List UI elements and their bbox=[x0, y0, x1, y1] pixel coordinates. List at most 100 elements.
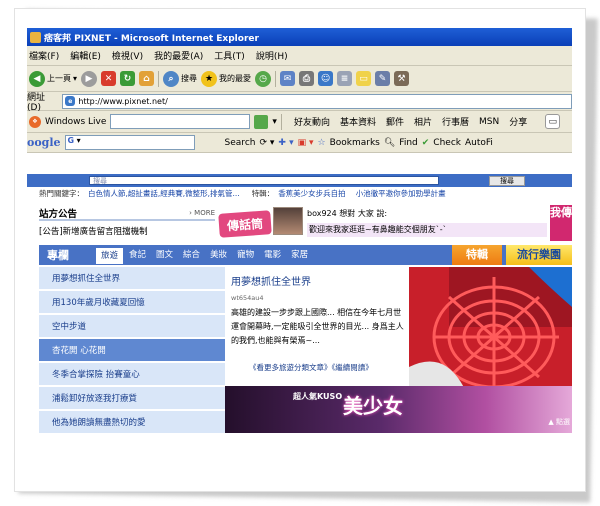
refresh-icon[interactable]: ↻ bbox=[120, 71, 136, 86]
article-list: 用夢想抓住全世界 用130年歲月收藏夏回憶 空中步道 杏花開 心花開 冬季合掌探… bbox=[39, 267, 225, 433]
address-label: 網址(D) bbox=[27, 92, 46, 113]
standard-toolbar: ◀ 上一頁 ▾ ▶ ✕ ↻ ⌂ ⌕ 搜尋 ★ 我的最愛 ◷ ✉ ⎙ ☺ ≡ ▭ … bbox=[27, 66, 572, 92]
find-button[interactable]: Find bbox=[399, 138, 417, 148]
bookmarks-star-icon[interactable]: ☆ bbox=[317, 138, 325, 148]
live-link-profile[interactable]: 基本資料 bbox=[340, 115, 376, 128]
menu-favorites[interactable]: 我的最愛(A) bbox=[154, 49, 203, 62]
google-search-input[interactable]: G ▾ bbox=[64, 135, 195, 150]
column-section-title: 專欄 bbox=[47, 249, 69, 262]
hot-keywords: 熱門關鍵字： 白色情人節,超扯畫話,經典賽,微整形,排氣管... 特輯： 香蕉美… bbox=[27, 187, 572, 199]
note-icon[interactable]: ▭ bbox=[356, 71, 372, 86]
menu-tools[interactable]: 工具(T) bbox=[214, 49, 245, 62]
side-promo-button[interactable]: 我傳 bbox=[550, 205, 572, 241]
list-item[interactable]: 冬季合掌探險 抬賽童心 bbox=[39, 363, 225, 387]
browser-screenshot: 痞客邦 PIXNET - Microsoft Internet Explorer… bbox=[27, 28, 572, 433]
hot-keywords-label: 熱門關鍵字： bbox=[39, 188, 84, 198]
article-author[interactable]: wt654au4 bbox=[231, 294, 405, 302]
menu-view[interactable]: 檢視(V) bbox=[112, 49, 143, 62]
live-link-photos[interactable]: 相片 bbox=[414, 115, 432, 128]
windows-live-search-input[interactable] bbox=[110, 114, 251, 129]
home-icon[interactable]: ⌂ bbox=[139, 71, 155, 86]
autofill-button[interactable]: AutoFi bbox=[465, 138, 493, 148]
message-text: 歡迎來我家逛逛~有鼻趣能交個朋友`-` bbox=[307, 223, 547, 237]
check-button[interactable]: Check bbox=[433, 138, 461, 148]
notice-header: 站方公告 › MORE bbox=[39, 207, 215, 221]
tab-beauty[interactable]: 美妝 bbox=[205, 245, 232, 265]
google-search-button[interactable]: Search bbox=[225, 138, 256, 148]
tab-general[interactable]: 綜合 bbox=[178, 245, 205, 265]
toolbar-divider bbox=[275, 70, 277, 87]
live-link-msn[interactable]: MSN bbox=[479, 117, 499, 127]
list-item[interactable]: 用夢想抓住全世界 bbox=[39, 267, 225, 291]
popup-blocker-icon[interactable]: ▣ ▾ bbox=[298, 138, 314, 148]
column-tab-bar: 專欄 旅遊 食記 圖文 綜合 美妝 寵物 電影 家居 特輯 流行樂園 bbox=[39, 245, 572, 265]
avatar[interactable] bbox=[273, 207, 303, 235]
list-item[interactable]: 用130年歲月收藏夏回憶 bbox=[39, 291, 225, 315]
windows-live-search-icon[interactable] bbox=[254, 114, 269, 129]
tab-movies[interactable]: 電影 bbox=[259, 245, 286, 265]
document-icon[interactable]: ≡ bbox=[337, 71, 353, 86]
hot-feature-link[interactable]: 小池徹平邀你參加勁學計畫 bbox=[356, 188, 446, 199]
stop-icon[interactable]: ✕ bbox=[101, 71, 117, 86]
site-search-strip: 搜尋 搜尋 bbox=[27, 174, 572, 187]
search-button[interactable]: ⌕ 搜尋 bbox=[163, 70, 198, 87]
hot-feature-link[interactable]: 香蕉美少女步兵自拍 bbox=[278, 188, 346, 199]
hot-feature-label: 特輯： bbox=[251, 188, 275, 198]
list-item[interactable]: 浦鬆卸好放逐我打療質 bbox=[39, 387, 225, 411]
tab-illustration[interactable]: 圖文 bbox=[151, 245, 178, 265]
menu-help[interactable]: 說明(H) bbox=[256, 49, 288, 62]
tab-travel[interactable]: 旅遊 bbox=[95, 247, 125, 265]
article-links[interactable]: 《看更多旅遊分類文章》《繼續閱讀》 bbox=[249, 362, 373, 373]
messenger-icon[interactable]: ☺ bbox=[318, 71, 334, 86]
chevron-down-icon[interactable]: ▾ bbox=[272, 117, 277, 127]
spellcheck-icon[interactable]: ✔ bbox=[422, 138, 430, 148]
live-link-share[interactable]: 分享 bbox=[509, 115, 527, 128]
favorites-button[interactable]: ★ 我的最愛 bbox=[201, 70, 251, 87]
notice-item[interactable]: [公告]新增廣告留言阻擋機制 bbox=[39, 221, 215, 237]
tab-home[interactable]: 家居 bbox=[286, 245, 313, 265]
title-bar: 痞客邦 PIXNET - Microsoft Internet Explorer bbox=[27, 28, 572, 46]
bookmarks-button[interactable]: Bookmarks bbox=[330, 138, 380, 148]
menu-edit[interactable]: 編輯(E) bbox=[70, 49, 101, 62]
site-search-input[interactable]: 搜尋 bbox=[89, 176, 439, 185]
live-link-mail[interactable]: 郵件 bbox=[386, 115, 404, 128]
kuso-banner-corner[interactable]: ▲ 點選 bbox=[548, 417, 570, 427]
popular-tab[interactable]: 流行樂園 bbox=[506, 245, 572, 265]
featured-tab[interactable]: 特輯 bbox=[452, 245, 502, 265]
tab-pets[interactable]: 寵物 bbox=[232, 245, 259, 265]
article-photo[interactable] bbox=[409, 267, 572, 399]
menu-bar: 檔案(F) 編輯(E) 檢視(V) 我的最愛(A) 工具(T) 說明(H) bbox=[27, 46, 572, 66]
print-icon[interactable]: ⎙ bbox=[299, 71, 315, 86]
address-input[interactable]: e http://www.pixnet.net/ bbox=[62, 93, 572, 109]
list-item[interactable]: 杏花開 心花開 bbox=[39, 339, 225, 363]
google-options-icon[interactable]: ⟳ ▾ bbox=[259, 138, 274, 148]
toolbar-divider bbox=[158, 70, 160, 87]
mail-icon[interactable]: ▭ bbox=[545, 114, 561, 129]
pen-icon[interactable]: ✎ bbox=[375, 71, 391, 86]
find-icon[interactable]: 🔍︎ bbox=[384, 138, 395, 148]
list-item[interactable]: 空中步道 bbox=[39, 315, 225, 339]
message-user[interactable]: box924 想對 大家 說: bbox=[307, 208, 387, 219]
list-item[interactable]: 他為她朗讀無盡熱切的愛 bbox=[39, 411, 225, 433]
menu-file[interactable]: 檔案(F) bbox=[29, 49, 59, 62]
history-icon[interactable]: ◷ bbox=[255, 70, 272, 87]
live-link-friends[interactable]: 好友動向 bbox=[294, 115, 330, 128]
tab-food[interactable]: 食記 bbox=[124, 245, 151, 265]
windows-live-logo-icon: ❖ bbox=[29, 115, 41, 128]
back-button[interactable]: ◀ 上一頁 ▾ bbox=[29, 70, 77, 87]
search-label: 搜尋 bbox=[181, 74, 198, 83]
ie-icon bbox=[30, 31, 41, 43]
article-title[interactable]: 用夢想抓住全世界 bbox=[231, 273, 405, 288]
kuso-banner[interactable]: 超人氣KUSO 美少女 ▲ 點選 bbox=[225, 386, 572, 433]
tools-icon[interactable]: ⚒ bbox=[394, 71, 410, 86]
back-arrow-icon: ◀ bbox=[29, 70, 45, 87]
google-plus-icon[interactable]: ✚ ▾ bbox=[278, 138, 293, 148]
address-url: http://www.pixnet.net/ bbox=[78, 96, 168, 106]
hot-keywords-list[interactable]: 白色情人節,超扯畫話,經典賽,微整形,排氣管... bbox=[88, 188, 240, 199]
live-link-calendar[interactable]: 行事曆 bbox=[442, 115, 469, 128]
site-search-button[interactable]: 搜尋 bbox=[489, 175, 525, 186]
notice-more-link[interactable]: › MORE bbox=[189, 209, 215, 217]
mail-icon[interactable]: ✉ bbox=[280, 71, 296, 86]
forward-arrow-icon[interactable]: ▶ bbox=[81, 70, 98, 87]
windows-live-brand: Windows Live bbox=[45, 116, 107, 127]
